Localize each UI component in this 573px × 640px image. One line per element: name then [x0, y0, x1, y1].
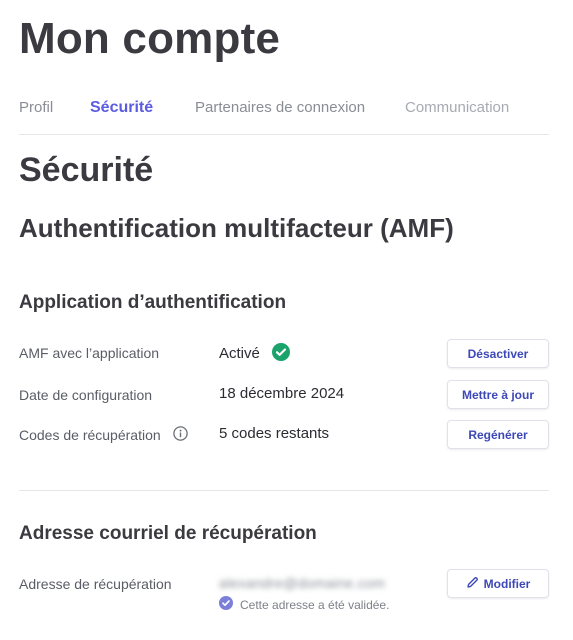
- tab-connection-partners[interactable]: Partenaires de connexion: [195, 99, 365, 116]
- mfa-app-label: AMF avec l’application: [19, 345, 160, 361]
- recovery-email-heading: Adresse courriel de récupération: [19, 523, 317, 544]
- check-circle-icon: [272, 343, 291, 365]
- mfa-status-text: Activé: [219, 344, 260, 362]
- tab-communication[interactable]: Communication: [405, 99, 509, 116]
- validated-note: Cette adresse a été validée.: [219, 596, 389, 613]
- mfa-heading: Authentification multifacteur (AMF): [19, 213, 454, 243]
- pencil-icon: [466, 576, 479, 592]
- info-icon[interactable]: [172, 426, 188, 444]
- deactivate-button[interactable]: Désactiver: [447, 339, 549, 368]
- recovery-address-value: alexandre@domaine.com: [219, 575, 386, 591]
- auth-app-heading: Application d’authentification: [19, 292, 287, 313]
- recovery-codes-value: 5 codes restants: [219, 425, 330, 442]
- validated-text: Cette adresse a été validée.: [240, 597, 390, 612]
- tabs-divider: [19, 134, 549, 135]
- section-divider: [19, 490, 549, 491]
- recovery-codes-label-wrap: Codes de récupération: [19, 426, 188, 444]
- modify-button-label: Modifier: [483, 576, 531, 591]
- recovery-address-label: Adresse de récupération: [19, 576, 172, 592]
- tab-security[interactable]: Sécurité: [90, 99, 153, 117]
- page-title: Mon compte: [19, 14, 281, 63]
- check-badge-icon: [219, 596, 233, 613]
- mfa-app-status: Activé: [219, 343, 291, 365]
- update-button[interactable]: Mettre à jour: [447, 380, 549, 409]
- configuration-date-label: Date de configuration: [19, 387, 153, 403]
- section-title: Sécurité: [19, 151, 154, 189]
- configuration-date-value: 18 décembre 2024: [219, 385, 345, 402]
- modify-button[interactable]: Modifier: [447, 569, 549, 598]
- recovery-codes-label: Codes de récupération: [19, 427, 161, 443]
- regenerate-button[interactable]: Regénérer: [447, 420, 549, 449]
- tab-profile[interactable]: Profil: [19, 99, 53, 116]
